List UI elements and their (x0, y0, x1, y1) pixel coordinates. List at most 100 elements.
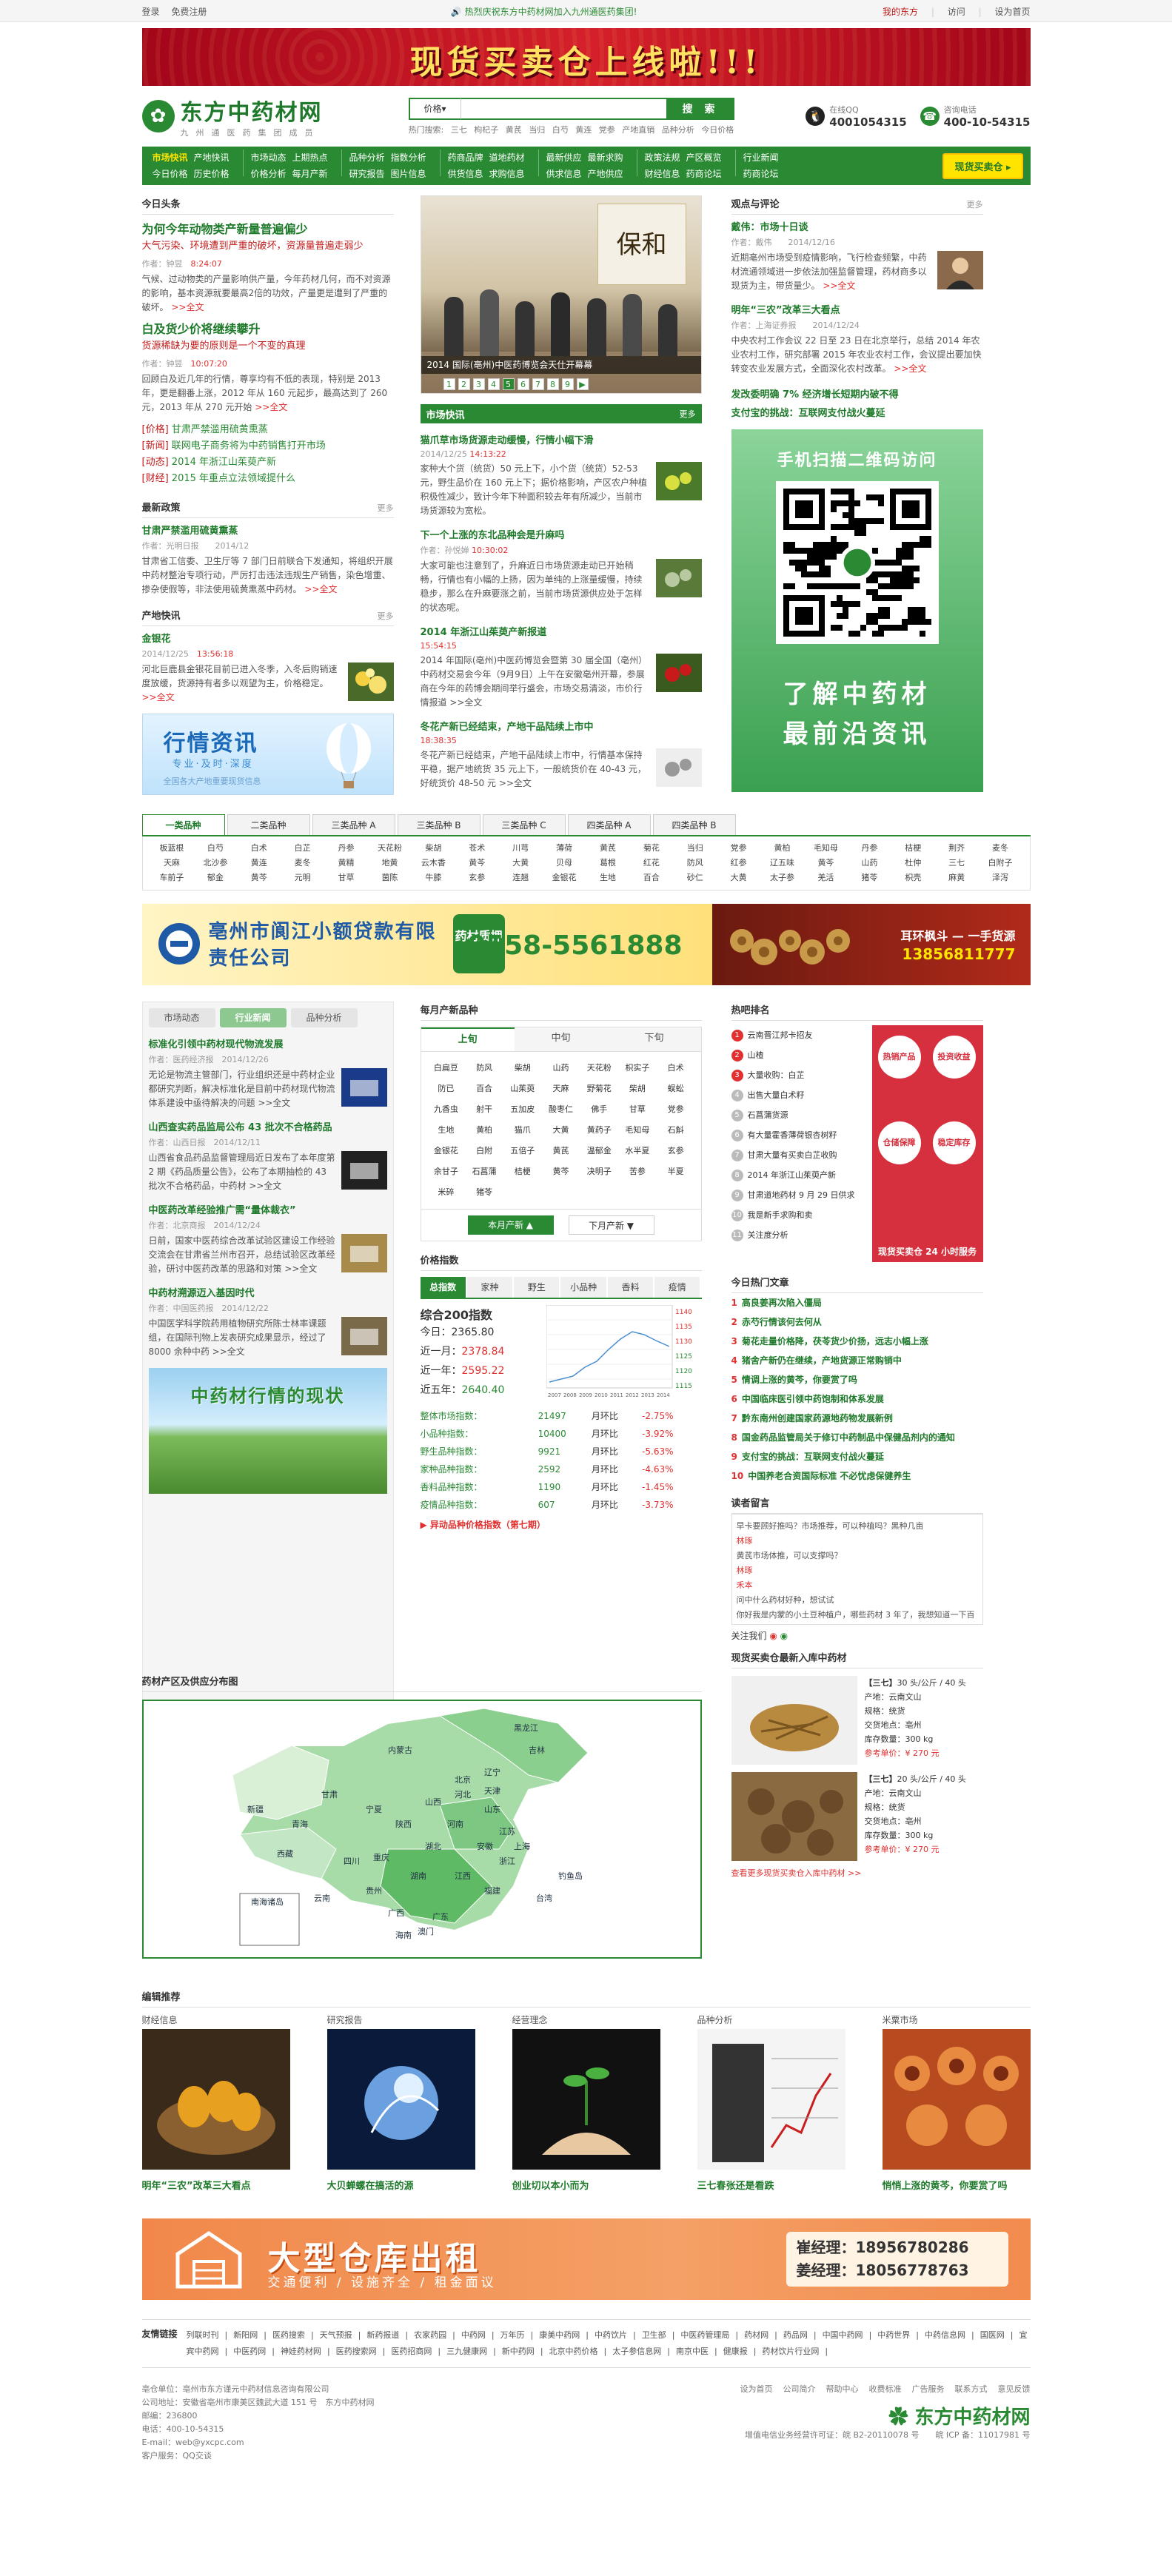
province-label[interactable]: 重庆 (373, 1852, 389, 1862)
industry-item-title[interactable]: 中医药改革经验推广需“量体裁衣” (149, 1202, 387, 1216)
friend-link[interactable]: 北京中药价格 (549, 2347, 598, 2356)
list-item[interactable]: 3 大量收购：白芷 (731, 1065, 862, 1085)
herb-link[interactable]: 苦参 (618, 1161, 657, 1182)
this-month-button[interactable]: 本月产新 ▲ (467, 1215, 554, 1235)
visit-link[interactable]: 访问 (948, 7, 965, 17)
friend-link[interactable]: 医药搜索 (272, 2330, 305, 2340)
list-item[interactable]: 8 2014 年浙江山茱萸产新 (731, 1165, 862, 1185)
hot-word[interactable]: 三七 (451, 125, 467, 135)
friend-link[interactable]: 新阳网 (233, 2330, 258, 2340)
province-label[interactable]: 北京 (455, 1774, 471, 1785)
herb-link[interactable]: 枳实子 (618, 1058, 657, 1079)
editor-pick-category[interactable]: 财经信息 (142, 2013, 290, 2026)
friend-link[interactable]: 万年历 (500, 2330, 525, 2340)
herb-link[interactable]: 麦冬 (281, 856, 324, 871)
market-news-title[interactable]: 猫爪草市场货源走动缓慢，行情小幅下滑 (421, 432, 702, 446)
herb-link[interactable]: 羌活 (804, 871, 848, 885)
industry-thumbnail[interactable] (341, 1068, 387, 1107)
herb-link[interactable]: 黄药子 (580, 1120, 618, 1141)
search-input[interactable] (460, 97, 668, 120)
friend-link[interactable]: 中药网 (461, 2330, 486, 2340)
editor-pick-item[interactable]: 米粟市场 悄悄上涨的黄芩，你要赏了吗 (882, 2013, 1031, 2192)
herb-link[interactable]: 苍术 (455, 841, 499, 856)
editor-pick-title[interactable]: 明年“三农”改革三大看点 (142, 2178, 290, 2192)
herb-link[interactable]: 甘草 (618, 1099, 657, 1120)
wechat-icon[interactable]: ◉ (780, 1631, 788, 1641)
herb-link[interactable]: 麦冬 (979, 841, 1022, 856)
herb-link[interactable]: 防风 (673, 856, 717, 871)
herb-link[interactable]: 天麻 (150, 856, 194, 871)
editor-pick-category[interactable]: 研究报告 (327, 2013, 475, 2026)
nav-item[interactable]: 价格分析 (248, 166, 289, 182)
industry-thumbnail[interactable] (341, 1317, 387, 1355)
herb-link[interactable]: 黄精 (324, 856, 368, 871)
nav-item[interactable]: 产区概览 (683, 150, 725, 166)
herb-link[interactable]: 柴胡 (618, 1079, 657, 1099)
province-label[interactable]: 辽宁 (484, 1767, 500, 1777)
hot-word[interactable]: 黄连 (575, 125, 592, 135)
province-label[interactable]: 河南 (447, 1819, 463, 1829)
industry-thumbnail[interactable] (341, 1234, 387, 1272)
herb-link[interactable]: 辽五味 (760, 856, 804, 871)
market-news-thumbnail[interactable] (655, 462, 702, 500)
index-tab[interactable]: 香料 (607, 1277, 654, 1298)
list-item[interactable]: [价格] 甘肃严禁滥用硫黄熏蒸 (142, 422, 394, 438)
nav-item[interactable]: 指数分析 (388, 150, 429, 166)
table-row[interactable]: 香料品种指数： 1190 月环比 -1.45% (421, 1478, 702, 1496)
read-more-link[interactable]: >>全文 (252, 402, 287, 412)
herb-link[interactable]: 麻黄 (935, 871, 979, 885)
herb-link[interactable]: 猪苓 (848, 871, 891, 885)
list-item[interactable]: 2 赤芍行情该何去何从 (731, 1312, 983, 1332)
herb-link[interactable]: 黄芩 (455, 856, 499, 871)
slide-dot[interactable]: 8 (546, 378, 559, 390)
herb-link[interactable]: 黄连 (237, 856, 281, 871)
herb-link[interactable]: 天花粉 (580, 1058, 618, 1079)
table-row[interactable]: 小品种指数： 10400 月环比 -3.92% (421, 1425, 702, 1443)
loan-company-ad[interactable]: 亳州市阆江小额贷款有限责任公司 药材质押 0558-5561888 (141, 904, 712, 985)
hot-word[interactable]: 白芍 (552, 125, 569, 135)
friend-link[interactable]: 中国中药网 (823, 2330, 863, 2340)
friend-link[interactable]: 中药信息网 (925, 2330, 965, 2340)
slide-dot[interactable]: 3 (472, 378, 485, 390)
herb-link[interactable]: 白附 (465, 1141, 503, 1161)
list-item[interactable]: [动态] 2014 年浙江山茱萸产新 (142, 455, 394, 471)
herb-link[interactable]: 荆芥 (935, 841, 979, 856)
herb-link[interactable]: 蜈蚣 (657, 1079, 695, 1099)
province-label[interactable]: 浙江 (499, 1856, 515, 1866)
province-label[interactable]: 吉林 (529, 1745, 545, 1755)
herb-link[interactable]: 生地 (427, 1120, 466, 1141)
province-label[interactable]: 江苏 (499, 1827, 515, 1837)
editor-pick-item[interactable]: 品种分析 三七春张还是看跌 (697, 2013, 845, 2192)
mid-banner-ad[interactable]: 亳州市阆江小额贷款有限责任公司 药材质押 0558-5561888 耳环枫斗 —… (141, 904, 1031, 985)
read-more-link[interactable]: >>全文 (142, 692, 175, 702)
herb-link[interactable]: 黄芩 (237, 871, 281, 885)
friend-link[interactable]: 中医药管理局 (680, 2330, 729, 2340)
herb-link[interactable]: 丹参 (848, 841, 891, 856)
category-tab[interactable]: 一类品种 (141, 814, 225, 835)
friend-link[interactable]: 中药世界 (877, 2330, 910, 2340)
province-label[interactable]: 上海 (514, 1841, 530, 1851)
market-info-ad[interactable]: 行情资讯 专业·及时·深度 全国各大产地重要现货信息 (141, 714, 394, 795)
herb-link[interactable]: 佛手 (580, 1099, 618, 1120)
nav-item[interactable]: 历史价格 (191, 166, 232, 182)
spot-service-ad[interactable]: 热销产品 投资收益 仓储保障 稳定库存 现货买卖仓 24 小时服务 (871, 1025, 983, 1262)
list-item[interactable]: 7 甘肃大量有买卖白芷收购 (731, 1145, 862, 1165)
herb-link[interactable]: 菊花 (629, 841, 673, 856)
industry-tab[interactable]: 市场动态 (148, 1008, 215, 1027)
herb-link[interactable]: 山药 (542, 1058, 580, 1079)
search-category-select[interactable]: 价格 ▾ (408, 97, 461, 120)
list-item[interactable]: 10 中国养老合资国际标准 不必忧虑保健养生 (731, 1466, 983, 1486)
market-news-thumbnail[interactable] (655, 748, 702, 787)
editor-pick-category[interactable]: 米粟市场 (883, 2013, 1031, 2026)
province-label[interactable]: 安徽 (477, 1841, 493, 1851)
nav-item[interactable]: 最新求购 (585, 150, 626, 166)
herb-link[interactable]: 甘草 (324, 871, 368, 885)
china-map[interactable]: 新疆 西藏 青海 甘肃 内蒙古 黑龙江 吉林 辽宁 北京 河北 山西 陕西 宁夏 四川 云南 贵州 广西 广东 湖南… (141, 1700, 702, 1959)
province-label[interactable]: 山西 (425, 1797, 441, 1807)
market-photo[interactable] (882, 2029, 1031, 2170)
slide-dot[interactable]: 9 (561, 378, 574, 390)
editor-pick-title[interactable]: 三七春张还是看跌 (697, 2178, 845, 2192)
industry-item-title[interactable]: 标准化引领中药材现代物流发展 (149, 1036, 387, 1050)
market-news-title[interactable]: 2014 年浙江山茱萸产新报道 (421, 624, 702, 638)
slide-dot[interactable]: 1 (443, 378, 455, 390)
